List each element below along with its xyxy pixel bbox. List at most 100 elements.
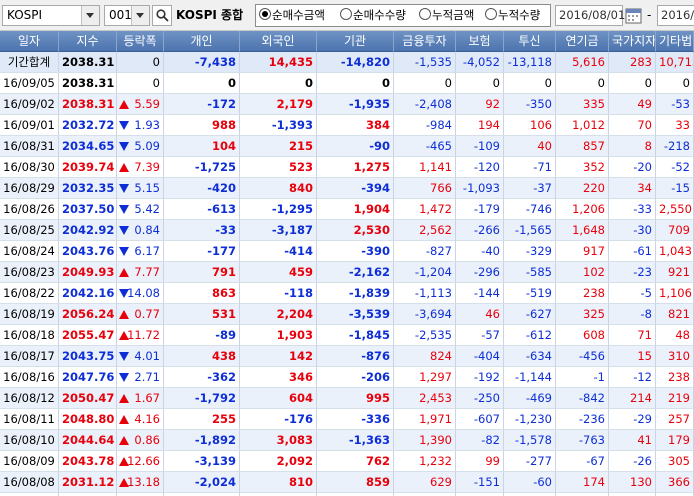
cell-index: 2043.75	[59, 346, 117, 367]
cell-investment-trust: -1,144	[504, 367, 556, 388]
table-row-period-total[interactable]: 기간합계 2038.31 0 -7,438 14,435 -14,820 -1,535 -4,…	[0, 52, 694, 73]
radio-label: 누적금액	[432, 8, 475, 22]
cell-insurance: -1,093	[456, 178, 504, 199]
cell-individual: -2,024	[164, 472, 240, 493]
code-select[interactable]: 001	[104, 5, 150, 26]
chevron-down-icon[interactable]	[131, 6, 149, 25]
table-row[interactable]: 16/08/26 2037.50 5.42 -613 -1,295 1,904 1,472-…	[0, 199, 694, 220]
table-row[interactable]: 16/08/31 2034.65 5.09 104 215 -90 -465 -109 40 85…	[0, 136, 694, 157]
cell-investment-trust: -71	[504, 157, 556, 178]
cell-pension-fund: -842	[556, 388, 609, 409]
cell-other-corp: 179	[656, 430, 694, 451]
table-row[interactable]: 16/08/19 2056.24 0.77 531 2,204 -3,539 -3,694 4…	[0, 304, 694, 325]
triangle-down-icon	[119, 352, 129, 361]
cell-institution: -1,845	[317, 325, 394, 346]
table-row[interactable]: 16/08/08 2031.12 13.18 -2,024 810 859 629 -151-…	[0, 472, 694, 493]
cell-institution: -90	[317, 136, 394, 157]
cell-change: 5.42	[117, 199, 164, 220]
column-header-change[interactable]: 등락폭	[117, 31, 164, 52]
cell-investment-trust: -746	[504, 199, 556, 220]
cell-change: 5.09	[117, 136, 164, 157]
column-header-foreign[interactable]: 외국인	[240, 31, 317, 52]
cell-index: 2047.76	[59, 367, 117, 388]
column-header-pension-fund[interactable]: 연기금	[556, 31, 609, 52]
cell-financial-investment: -984	[394, 115, 456, 136]
cell-other-corp: 366	[656, 472, 694, 493]
table-row[interactable]: 16/08/25 2042.92 0.84 -33 -3,187 2,530 2,562 -2…	[0, 220, 694, 241]
cell-change: 7.77	[117, 262, 164, 283]
radio-label: 순매수수량	[353, 8, 406, 22]
cell-financial-investment: 766	[394, 178, 456, 199]
table-row[interactable]: 16/08/17 2043.75 4.01 438 142 -876 824 -404 -634…	[0, 346, 694, 367]
cell-date: 16/09/05	[0, 73, 59, 94]
cell-investment-trust: -60	[504, 472, 556, 493]
market-select[interactable]: KOSPI	[2, 5, 100, 26]
cell-foreign: 523	[240, 157, 317, 178]
date-to-input[interactable]: 2016/	[657, 5, 694, 26]
table-row[interactable]: 16/08/11 2048.80 4.16 255 -176 -336 1,971 -607-…	[0, 409, 694, 430]
cell-individual: -172	[164, 94, 240, 115]
cell-institution: 1,275	[317, 157, 394, 178]
radio-net-buy-amount[interactable]: 순매수금액	[259, 5, 325, 26]
cell-change: 4.01	[117, 346, 164, 367]
cell-insurance: 194	[456, 115, 504, 136]
table-row[interactable]: 16/08/24 2043.76 6.17 -177 -414 -390 -827 -40 -3…	[0, 241, 694, 262]
table-row[interactable]: 16/08/12 2050.47 1.67 -1,792 604 995 2,453 -250…	[0, 388, 694, 409]
column-header-index[interactable]: 지수	[59, 31, 117, 52]
cell-date: 16/08/11	[0, 409, 59, 430]
radio-cumulative-volume[interactable]: 누적수량	[485, 5, 540, 26]
cell-individual: 255	[164, 409, 240, 430]
table-row[interactable]: 16/09/01 2032.72 1.93 988 -1,393 384 -984 194 10…	[0, 115, 694, 136]
cell-other-corp: -53	[656, 94, 694, 115]
table-row[interactable]: 16/08/22 2042.16 14.08 863 -118 -1,839 -1,113-…	[0, 283, 694, 304]
cell-other-corp: 219	[656, 388, 694, 409]
cell-insurance: 99	[456, 451, 504, 472]
cell-institution: -3,539	[317, 304, 394, 325]
code-select-value: 001	[109, 8, 132, 22]
column-header-government[interactable]: 국가지자체	[609, 31, 656, 52]
date-from-input[interactable]: 2016/08/01	[555, 5, 625, 26]
cell-individual: 531	[164, 304, 240, 325]
search-button[interactable]	[152, 5, 172, 26]
cell-government: -33	[609, 199, 656, 220]
table-row[interactable]: 16/09/02 2038.31 5.59 -172 2,179 -1,935 -2,408…	[0, 94, 694, 115]
table-row[interactable]: 16/09/05 2038.31 0 0 0 0 0 0 0 0 0 0	[0, 73, 694, 94]
table-row[interactable]: 16/08/16 2047.76 2.71 -362 346 -206 1,297 -192-…	[0, 367, 694, 388]
cell-financial-investment: 2,453	[394, 388, 456, 409]
column-header-financial-investment[interactable]: 금융투자	[394, 31, 456, 52]
column-header-investment-trust[interactable]: 투신	[504, 31, 556, 52]
table-row[interactable]: 16/08/18 2055.47 11.72 -89 1,903 -1,845 -2,535…	[0, 325, 694, 346]
chevron-down-icon[interactable]	[81, 6, 99, 25]
cell-date: 16/08/09	[0, 451, 59, 472]
cell-institution: -336	[317, 409, 394, 430]
cell-institution: -2,162	[317, 262, 394, 283]
cell-change: 0.77	[117, 304, 164, 325]
column-header-institution[interactable]: 기관	[317, 31, 394, 52]
cell-date: 16/08/10	[0, 430, 59, 451]
cell-investment-trust: -634	[504, 346, 556, 367]
table-row[interactable]: 16/08/09 2043.78 12.66 -3,139 2,092 762 1,232 9…	[0, 451, 694, 472]
cell-individual: -1,892	[164, 430, 240, 451]
column-header-date[interactable]: 일자	[0, 31, 59, 52]
cell-date: 16/08/29	[0, 178, 59, 199]
cell-foreign: 3,083	[240, 430, 317, 451]
date-from-calendar-button[interactable]	[624, 6, 643, 25]
column-header-other-corp[interactable]: 기타법인	[656, 31, 694, 52]
column-header-individual[interactable]: 개인	[164, 31, 240, 52]
table-row[interactable]: 16/08/29 2032.35 5.15 -420 840 -394 766 -1,093-…	[0, 178, 694, 199]
table-row[interactable]: 16/08/10 2044.64 0.86 -1,892 3,083 -1,363 1,39…	[0, 430, 694, 451]
table-row[interactable]: 16/08/23 2049.93 7.77 791 459 -2,162 -1,204 -29…	[0, 262, 694, 283]
cell-date: 16/08/19	[0, 304, 59, 325]
radio-net-buy-volume[interactable]: 순매수수량	[340, 5, 406, 26]
triangle-up-icon	[119, 163, 129, 172]
cell-change-value: 5.15	[134, 181, 160, 195]
triangle-up-icon	[119, 310, 129, 319]
table-row[interactable]: 16/08/30 2039.74 7.39 -1,725 523 1,275 1,141 -1…	[0, 157, 694, 178]
cell-investment-trust: -1,565	[504, 220, 556, 241]
radio-cumulative-amount[interactable]: 누적금액	[419, 5, 474, 26]
cell-financial-investment: -465	[394, 136, 456, 157]
cell-change-value: 0	[152, 55, 160, 69]
column-header-insurance[interactable]: 보험	[456, 31, 504, 52]
cell-pension-fund: 352	[556, 157, 609, 178]
cell-individual: -3,139	[164, 451, 240, 472]
